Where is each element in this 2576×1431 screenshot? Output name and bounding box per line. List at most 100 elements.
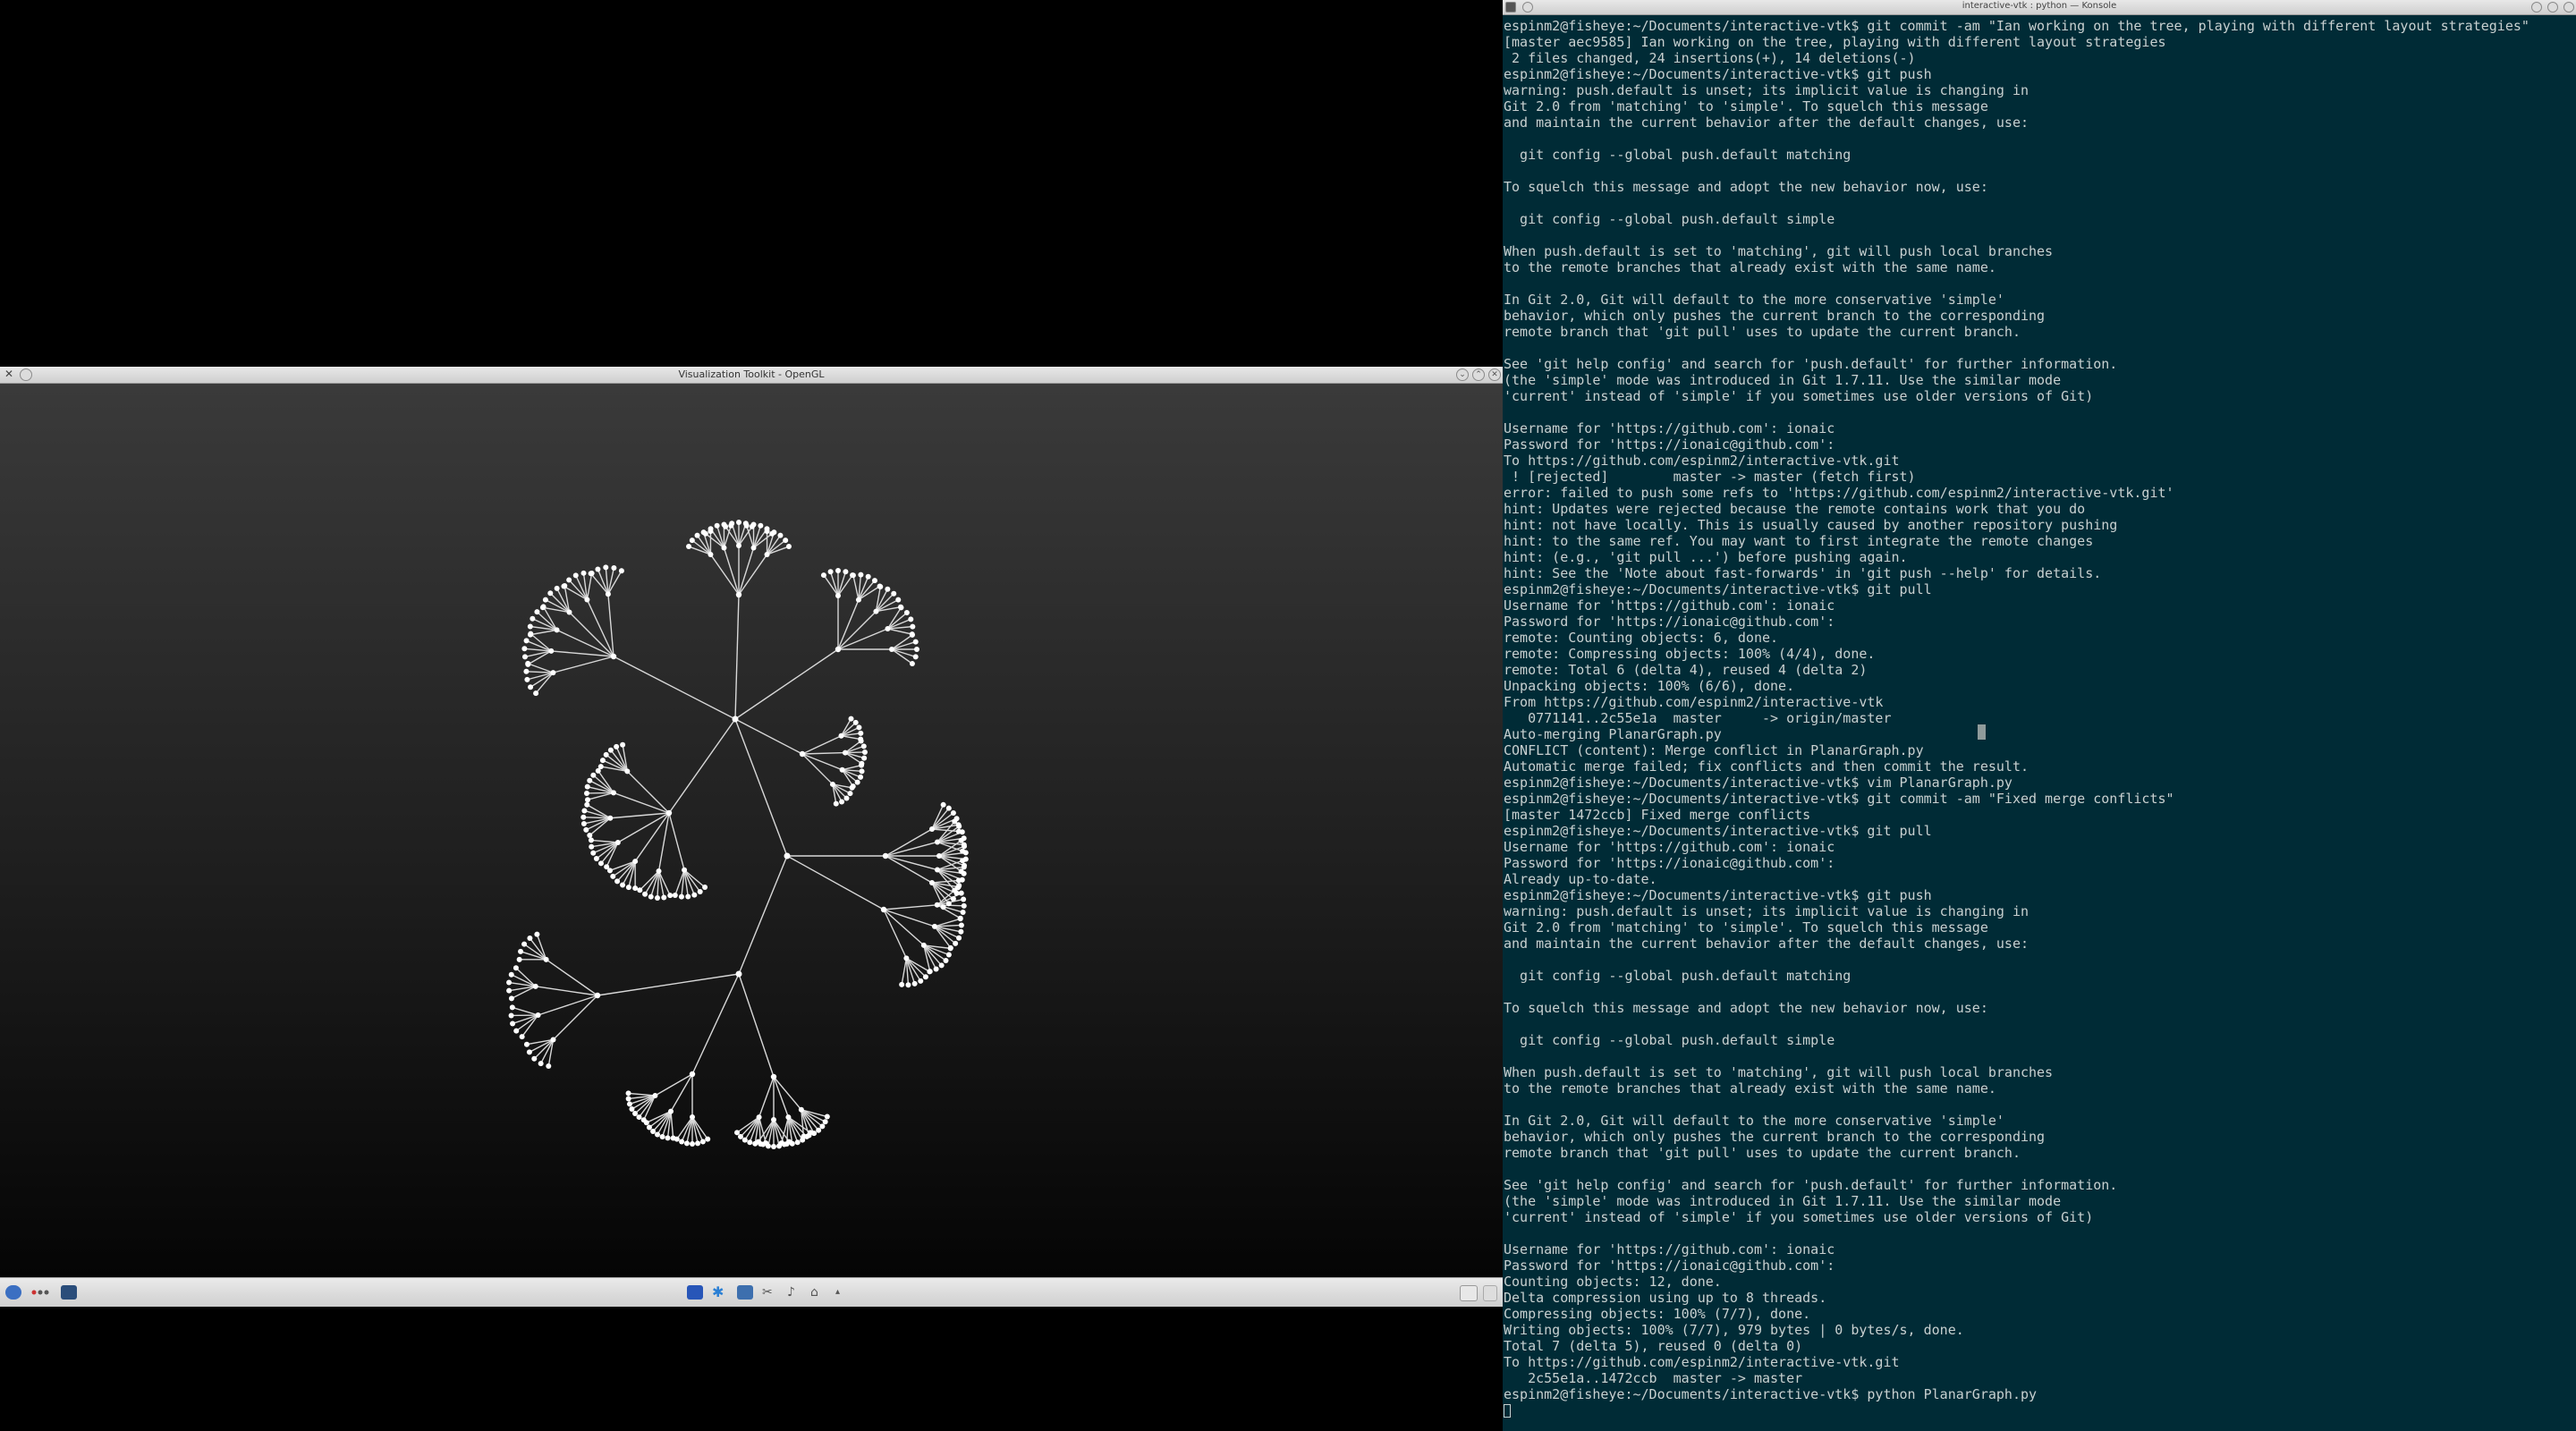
graph-node[interactable] (750, 521, 757, 528)
graph-node[interactable] (909, 661, 915, 667)
graph-node[interactable] (860, 743, 867, 749)
graph-node[interactable] (597, 764, 604, 770)
graph-node[interactable] (723, 523, 729, 529)
graph-node[interactable] (961, 902, 967, 909)
graph-node[interactable] (513, 965, 519, 971)
graph-node[interactable] (953, 890, 960, 896)
graph-node[interactable] (847, 791, 853, 797)
graph-node[interactable] (849, 784, 855, 791)
graph-node[interactable] (936, 853, 942, 859)
graph-node[interactable] (734, 1130, 741, 1136)
graph-node[interactable] (554, 585, 560, 591)
graph-node[interactable] (945, 952, 952, 958)
graph-node[interactable] (686, 544, 692, 550)
graph-node[interactable] (508, 1012, 514, 1019)
show-desktop-icon[interactable] (1460, 1285, 1478, 1301)
graph-node[interactable] (938, 962, 945, 969)
graph-node[interactable] (539, 605, 546, 611)
graph-node[interactable] (918, 978, 924, 984)
graph-node[interactable] (895, 597, 902, 603)
graph-node[interactable] (850, 572, 856, 579)
graph-node[interactable] (756, 1114, 762, 1121)
graph-node[interactable] (584, 783, 590, 790)
graph-node[interactable] (554, 627, 560, 633)
graph-node[interactable] (835, 593, 841, 598)
graph-node[interactable] (587, 777, 593, 783)
graph-node[interactable] (794, 1139, 801, 1146)
graph-node[interactable] (652, 1093, 658, 1098)
graph-node[interactable] (610, 790, 616, 796)
network-icon[interactable]: ⌂ (810, 1285, 826, 1300)
graph-node[interactable] (583, 790, 589, 796)
vtk-titlebar[interactable]: ✕ Visualization Toolkit - OpenGL ⌄ ⌃ ✕ (0, 367, 1503, 384)
graph-node[interactable] (903, 610, 910, 616)
konsole-terminal[interactable]: interactive-vtk : python — Konsole espin… (1503, 0, 2576, 1431)
graph-node[interactable] (771, 1117, 776, 1122)
graph-node[interactable] (689, 538, 695, 544)
graph-node[interactable] (732, 716, 739, 723)
graph-node[interactable] (542, 597, 548, 603)
pager-icon[interactable] (30, 1285, 50, 1300)
graph-node[interactable] (607, 747, 614, 753)
tray-expand-icon[interactable]: ▴ (835, 1285, 844, 1300)
graph-node[interactable] (656, 868, 662, 874)
graph-node[interactable] (889, 647, 894, 652)
graph-node[interactable] (737, 1133, 743, 1139)
graph-node[interactable] (510, 1020, 516, 1027)
graph-node[interactable] (708, 551, 714, 557)
graph-node[interactable] (550, 670, 556, 676)
graph-node[interactable] (909, 631, 915, 638)
graph-node[interactable] (961, 870, 967, 876)
graph-node[interactable] (572, 572, 579, 579)
graph-node[interactable] (786, 1139, 792, 1145)
graph-node[interactable] (950, 896, 956, 902)
graph-node[interactable] (743, 522, 750, 529)
graph-node[interactable] (528, 631, 534, 638)
graph-node[interactable] (777, 532, 784, 538)
graph-node[interactable] (934, 867, 940, 873)
graph-node[interactable] (758, 1141, 764, 1147)
graph-node[interactable] (934, 902, 940, 908)
graph-node[interactable] (764, 528, 770, 534)
graph-node[interactable] (604, 864, 610, 870)
scissors-icon[interactable]: ✂ (762, 1285, 778, 1300)
graph-node[interactable] (960, 910, 966, 916)
graph-node[interactable] (785, 1114, 792, 1121)
graph-node[interactable] (526, 1049, 532, 1055)
graph-node[interactable] (750, 545, 757, 551)
graph-node[interactable] (953, 940, 959, 946)
graph-node[interactable] (776, 1143, 783, 1149)
graph-node[interactable] (819, 1123, 826, 1130)
graph-node[interactable] (590, 772, 597, 778)
graph-node[interactable] (642, 891, 648, 897)
graph-node[interactable] (865, 573, 871, 580)
graph-node[interactable] (922, 974, 928, 980)
graph-node[interactable] (665, 809, 673, 817)
graph-node[interactable] (705, 1136, 711, 1142)
graph-node[interactable] (933, 966, 939, 972)
graph-node[interactable] (714, 522, 720, 529)
graph-node[interactable] (618, 568, 624, 574)
graph-node[interactable] (534, 609, 540, 615)
graph-node[interactable] (610, 873, 616, 879)
tray-app-icon-2[interactable] (737, 1285, 753, 1300)
close-icon[interactable]: ✕ (1488, 368, 1501, 381)
graph-node[interactable] (945, 805, 952, 811)
graph-node[interactable] (697, 889, 703, 895)
graph-node[interactable] (599, 758, 606, 764)
app-launcher-icon[interactable] (5, 1285, 21, 1300)
graph-node[interactable] (588, 837, 594, 843)
graph-node[interactable] (943, 957, 949, 963)
graph-node[interactable] (962, 843, 968, 850)
graph-node[interactable] (856, 724, 862, 731)
graph-node[interactable] (854, 779, 860, 785)
graph-node[interactable] (961, 864, 967, 870)
graph-node[interactable] (620, 741, 626, 748)
graph-node[interactable] (632, 859, 639, 865)
graph-node[interactable] (842, 749, 848, 756)
graph-node[interactable] (861, 755, 868, 761)
graph-node[interactable] (532, 983, 538, 989)
graph-node[interactable] (525, 661, 531, 667)
graph-node[interactable] (839, 766, 845, 773)
graph-node[interactable] (534, 931, 540, 937)
